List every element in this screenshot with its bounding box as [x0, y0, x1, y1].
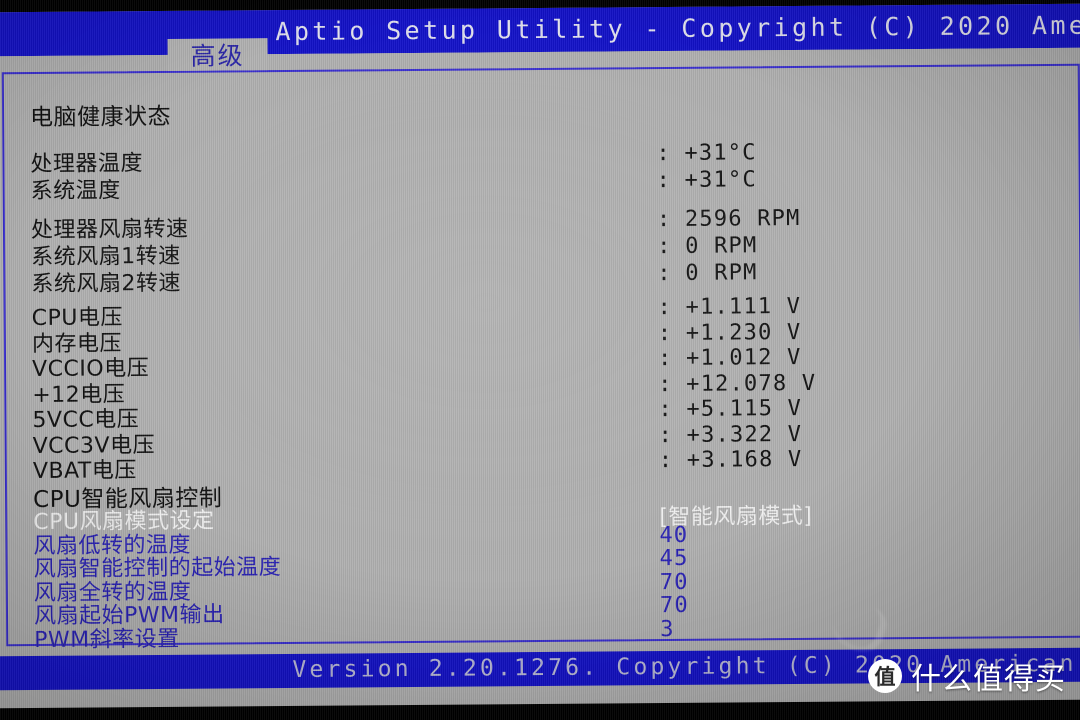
row-separator: : [658, 447, 673, 474]
row-separator: : [658, 396, 672, 423]
voltage-value-2: +1.012 V [685, 344, 802, 371]
fan-control-value-1[interactable]: 40 [659, 522, 688, 547]
row-separator: : [657, 294, 671, 321]
fan-speed-row: 处理器风扇转速:2596 RPM [0, 204, 1080, 243]
row-separator: : [657, 260, 671, 287]
fan-speed-value-1: 0 RPM [685, 233, 758, 259]
temperature-value-1: +31°C [684, 167, 757, 193]
row-separator: : [656, 206, 671, 233]
temperature-row: 系统温度: +31°C [0, 165, 1080, 204]
row-separator: : [656, 140, 670, 167]
voltage-value-4: +5.115 V [686, 395, 803, 422]
row-separator: : [657, 345, 672, 372]
bios-setup-screen: Aptio Setup Utility - Copyright (C) 2020… [0, 3, 1080, 709]
temperature-value-0: +31°C [684, 140, 757, 166]
fan-control-value-5[interactable]: 3 [660, 616, 675, 641]
tab-advanced[interactable]: 高级 [167, 38, 268, 71]
row-separator: : [656, 167, 670, 194]
row-separator: : [658, 422, 672, 448]
fan-control-value-4[interactable]: 70 [660, 593, 689, 618]
row-separator: : [657, 233, 671, 260]
fan-control-value-3[interactable]: 70 [660, 569, 689, 594]
health-status-heading: 电脑健康状态 [0, 90, 1080, 131]
fan-control-value-2[interactable]: 45 [659, 546, 688, 571]
row-separator: : [657, 320, 672, 346]
voltage-value-1: +1.230 V [685, 319, 802, 346]
temperature-row: 处理器温度: +31°C [0, 138, 1080, 177]
temperature-label-1: 系统温度 [30, 178, 121, 205]
fan-control-label-5: PWM斜率设置 [34, 626, 180, 653]
settings-list: 电脑健康状态 处理器温度: +31°C 系统温度: +31°C 处理器风扇转速:2596 … [0, 48, 1080, 657]
fan-speed-value-2: 0 RPM [685, 260, 758, 286]
health-status-heading-label: 电脑健康状态 [30, 103, 172, 132]
voltage-value-3: +12.078 V [686, 370, 817, 397]
voltage-value-6: +3.168 V [686, 446, 803, 473]
watermark-badge-icon: 值 [868, 659, 902, 693]
photographed-monitor-screen: Aptio Setup Utility - Copyright (C) 2020… [0, 0, 1080, 720]
row-separator: : [658, 371, 672, 397]
watermark-text: 什么值得买 [911, 662, 1066, 697]
voltage-value-0: +1.111 V [685, 293, 802, 320]
site-watermark: 值 什么值得买 [868, 654, 1066, 698]
bios-title-text: Aptio Setup Utility - Copyright (C) 2020… [275, 10, 1080, 47]
voltage-value-5: +3.322 V [686, 421, 803, 448]
fan-speed-value-0: 2596 RPM [684, 205, 801, 232]
fan-speed-label-2: 系统风扇2转速 [31, 270, 182, 298]
